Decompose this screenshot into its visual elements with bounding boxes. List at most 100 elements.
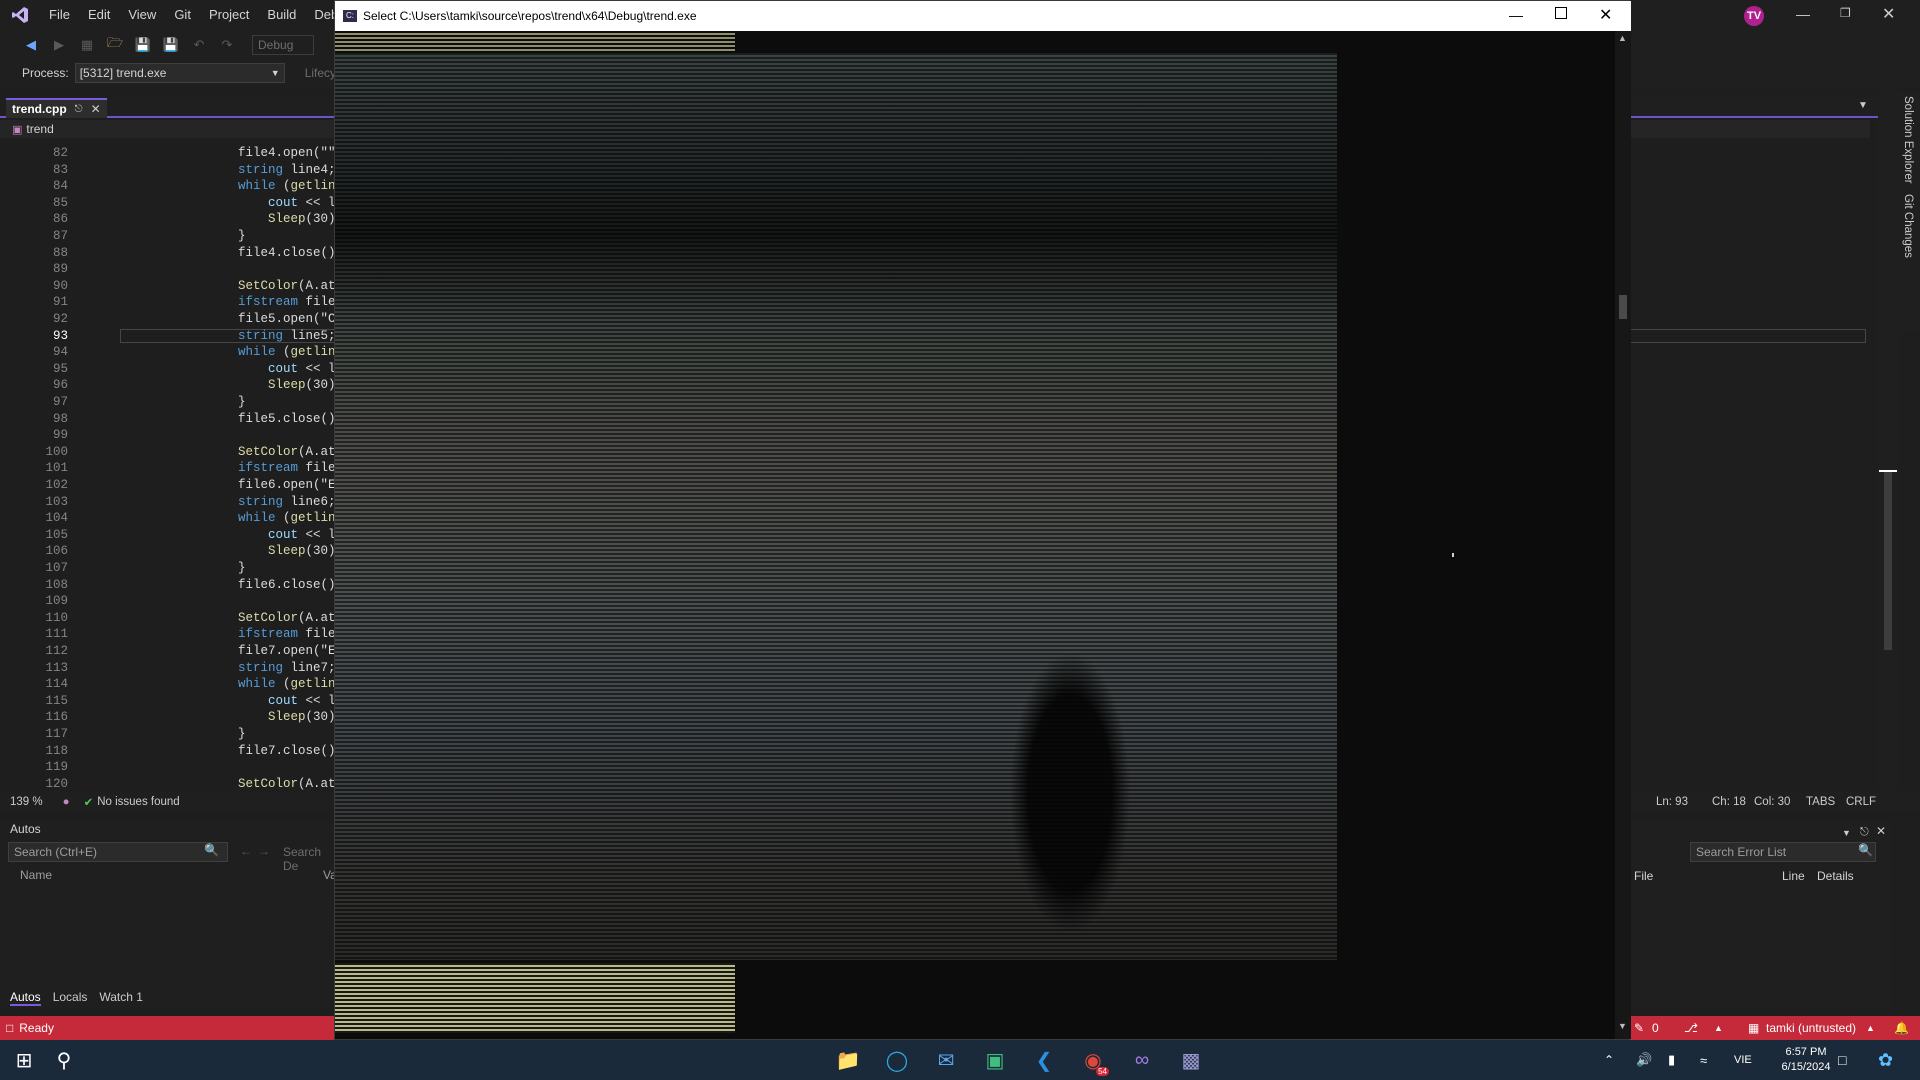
tab-locals[interactable]: Locals [53, 990, 88, 1006]
console-close-icon[interactable]: ✕ [1599, 5, 1612, 25]
search-back-icon[interactable]: ← [240, 844, 252, 858]
code-line[interactable]: 89 [0, 262, 340, 279]
redo-icon[interactable]: ↷ [216, 34, 238, 56]
undo-icon[interactable]: ↶ [188, 34, 210, 56]
solution-explorer-tab[interactable]: Solution Explorer [1902, 96, 1914, 184]
code-line[interactable]: 118 file7.close() [0, 744, 340, 761]
git-changes-tab[interactable]: Git Changes [1902, 194, 1914, 258]
solution-config-dropdown[interactable]: Debug [252, 35, 314, 55]
code-line[interactable]: 84 while (getlin [0, 179, 340, 196]
chevron-up-icon[interactable]: ▲ [1714, 1023, 1723, 1033]
chevron-down-icon[interactable]: ▼ [1842, 828, 1851, 838]
tab-overflow-icon[interactable]: ▼ [1858, 100, 1868, 111]
close-icon[interactable]: ✕ [1876, 824, 1886, 838]
tab-autos[interactable]: Autos [10, 990, 41, 1006]
vs-close-icon[interactable]: ✕ [1882, 4, 1895, 24]
forward-icon[interactable]: ▶ [48, 34, 70, 56]
input-language[interactable]: VIE [1734, 1054, 1752, 1066]
pin-icon[interactable]: ⎋ [1860, 826, 1869, 839]
code-line[interactable]: 92 file5.open("C [0, 312, 340, 329]
mail-icon[interactable]: ✉ [926, 1040, 966, 1080]
copilot-icon[interactable]: ● [63, 796, 70, 808]
menu-build[interactable]: Build [258, 0, 305, 30]
wifi-icon[interactable]: ≈ [1700, 1053, 1707, 1068]
notifications-bell-icon[interactable]: 🔔 [1894, 1021, 1909, 1035]
code-line[interactable]: 115 cout << l [0, 694, 340, 711]
col-details-header[interactable]: Details [1817, 869, 1854, 883]
store-icon[interactable]: ▣ [975, 1040, 1015, 1080]
code-line[interactable]: 106 Sleep(30) [0, 544, 340, 561]
code-line[interactable]: 86 Sleep(30) [0, 212, 340, 229]
pin-icon[interactable]: ⎋ [75, 104, 83, 115]
menu-project[interactable]: Project [200, 0, 258, 30]
autos-search-input[interactable]: Search (Ctrl+E) [8, 842, 228, 862]
visual-studio-icon[interactable]: ∞ [1122, 1040, 1162, 1080]
code-line[interactable]: 116 Sleep(30) [0, 710, 340, 727]
save-icon[interactable]: 💾 [132, 34, 154, 56]
code-line[interactable]: 85 cout << l [0, 196, 340, 213]
col-file-header[interactable]: File [1634, 869, 1653, 883]
code-line[interactable]: 112 file7.open("E [0, 644, 340, 661]
tab-watch-1[interactable]: Watch 1 [99, 990, 143, 1006]
edge-browser-icon[interactable]: ◯ [877, 1040, 917, 1080]
code-line[interactable]: 104 while (getlin [0, 511, 340, 528]
console-maximize-icon[interactable] [1555, 7, 1567, 19]
chrome-icon[interactable]: ◉ 54 [1073, 1040, 1113, 1080]
error-count[interactable]: 0 [1652, 1021, 1659, 1035]
code-line[interactable]: 101 ifstream file [0, 461, 340, 478]
code-line[interactable]: 91 ifstream file [0, 295, 340, 312]
code-line[interactable]: 102 file6.open("E [0, 478, 340, 495]
terminal-icon[interactable]: ▩ [1171, 1040, 1211, 1080]
code-line[interactable]: 109 [0, 594, 340, 611]
tab-trend-cpp[interactable]: trend.cpp ⎋ ✕ [6, 98, 107, 118]
col-indicator[interactable]: Col: 30 [1754, 796, 1790, 808]
code-line[interactable]: 88 file4.close() [0, 246, 340, 263]
user-avatar[interactable]: TV [1744, 6, 1764, 26]
clock[interactable]: 6:57 PM 6/15/2024 [1774, 1045, 1838, 1075]
search-icon[interactable]: ⚲ [44, 1040, 84, 1080]
scroll-up-icon[interactable]: ▲ [1618, 33, 1627, 43]
line-indicator[interactable]: Ln: 93 [1656, 796, 1688, 808]
code-line[interactable]: 95 cout << l [0, 362, 340, 379]
line-endings-indicator[interactable]: CRLF [1846, 796, 1876, 808]
code-line[interactable]: 120 SetColor(A.at [0, 777, 340, 790]
code-line[interactable]: 111 ifstream file [0, 627, 340, 644]
col-line-header[interactable]: Line [1782, 869, 1805, 883]
nav-scope-dropdown[interactable]: trend [26, 122, 53, 136]
search-icon[interactable]: 🔍 [1858, 843, 1873, 857]
search-icon[interactable]: 🔍 [204, 843, 219, 857]
code-line[interactable]: 82 file4.open("" [0, 146, 340, 163]
pencil-icon[interactable]: ✎ [1634, 1021, 1644, 1035]
code-line[interactable]: 117} [0, 727, 340, 744]
code-line[interactable]: 100 SetColor(A.at [0, 445, 340, 462]
volume-icon[interactable]: 🔊 [1636, 1052, 1652, 1068]
branch-icon[interactable]: ⎇ [1684, 1021, 1698, 1035]
issues-status[interactable]: No issues found [97, 796, 179, 808]
console-title-bar[interactable]: C: Select C:\Users\tamki\source\repos\tr… [335, 1, 1631, 31]
repo-label[interactable]: tamki (untrusted) [1766, 1021, 1856, 1035]
code-line[interactable]: 113 string line7; [0, 661, 340, 678]
new-project-icon[interactable]: ▦ [76, 34, 98, 56]
battery-icon[interactable]: ▮ [1668, 1052, 1675, 1068]
char-indicator[interactable]: Ch: 18 [1712, 796, 1746, 808]
code-line[interactable]: 105 cout << l [0, 528, 340, 545]
file-explorer-icon[interactable]: 📁 [828, 1040, 868, 1080]
copilot-icon[interactable]: ✿ [1878, 1050, 1893, 1071]
col-name-header[interactable]: Name [20, 868, 52, 882]
process-dropdown[interactable]: [5312] trend.exe ▼ [74, 63, 285, 83]
vscode-icon[interactable]: ❮ [1024, 1040, 1064, 1080]
show-hidden-icons-icon[interactable]: ⌃ [1604, 1053, 1614, 1067]
scrollbar-thumb[interactable] [1884, 470, 1892, 650]
scroll-down-icon[interactable]: ▼ [1618, 1021, 1627, 1031]
vs-restore-icon[interactable]: ❐ [1840, 6, 1851, 20]
open-folder-icon[interactable]: 🗁 [104, 34, 126, 56]
chevron-up-icon[interactable]: ▲ [1866, 1023, 1875, 1033]
console-minimize-icon[interactable]: — [1509, 7, 1523, 23]
editor-scrollbar[interactable] [1878, 90, 1898, 790]
code-line[interactable]: 98 file5.close() [0, 412, 340, 429]
menu-view[interactable]: View [119, 0, 165, 30]
code-line[interactable]: 96 Sleep(30) [0, 378, 340, 395]
zoom-level[interactable]: 139 % [10, 796, 43, 808]
back-icon[interactable]: ◀ [20, 34, 42, 56]
tabs-indicator[interactable]: TABS [1806, 796, 1835, 808]
